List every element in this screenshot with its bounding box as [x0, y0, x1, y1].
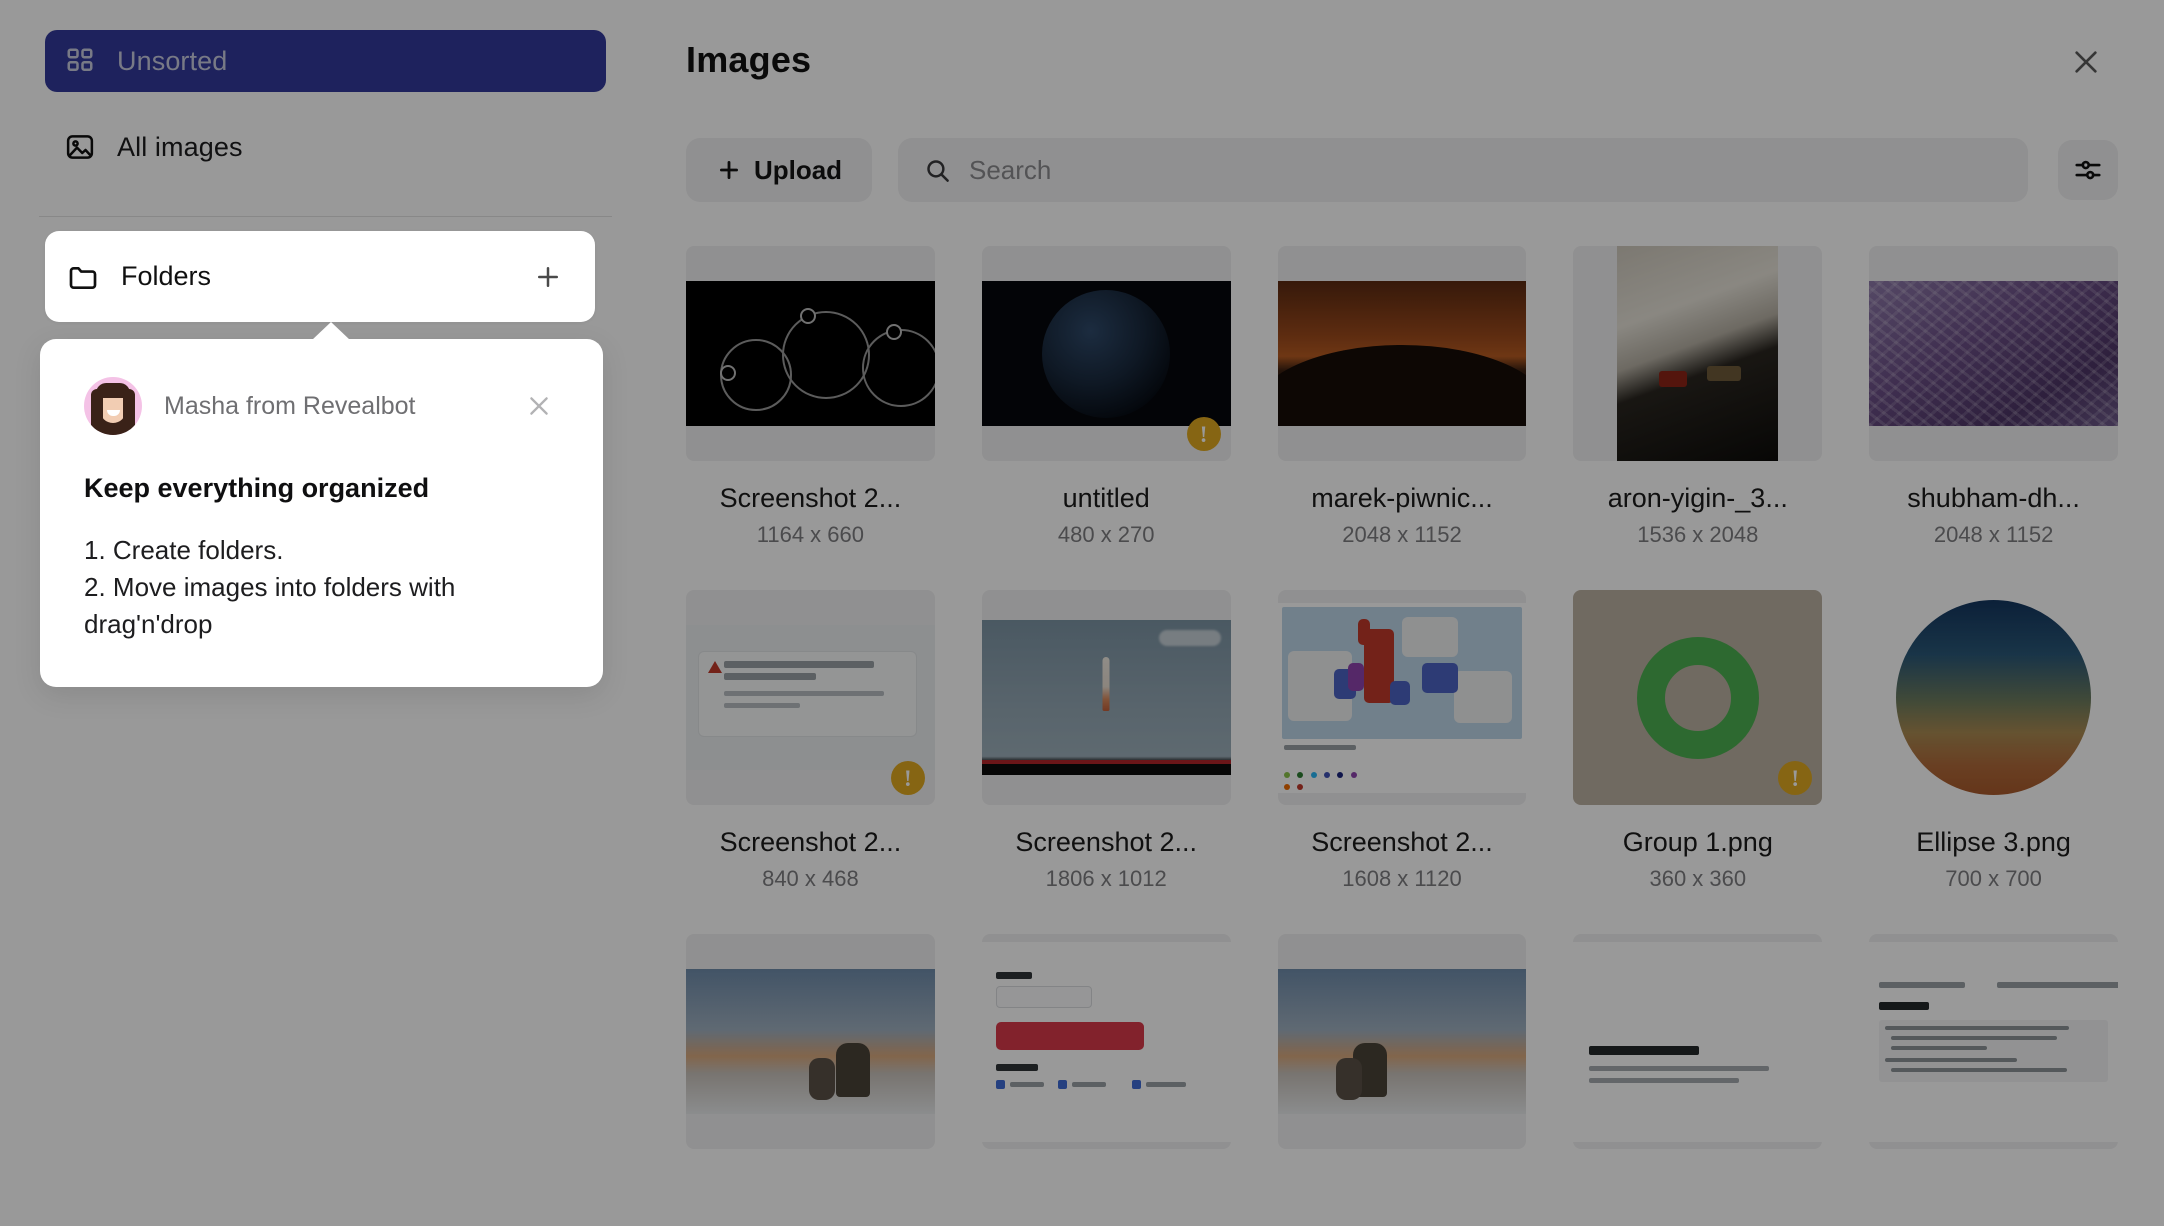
popover-author: Masha from Revealbot — [164, 391, 416, 420]
popover-header: Masha from Revealbot — [84, 377, 559, 435]
avatar — [84, 377, 142, 435]
popover-body: 1. Create folders. 2. Move images into f… — [84, 532, 559, 643]
popover-close-button[interactable] — [519, 386, 559, 426]
popover-step-1: 1. Create folders. — [84, 535, 284, 565]
onboarding-popover: Masha from Revealbot Keep everything org… — [40, 322, 603, 687]
app-root: Unsorted All images Images Upload Search… — [0, 0, 2164, 1226]
popover-title: Keep everything organized — [84, 473, 430, 503]
sidebar-item-label-folders: Folders — [121, 261, 212, 291]
folder-icon — [67, 261, 99, 293]
add-folder-button[interactable] — [527, 256, 569, 298]
popover-step-2: 2. Move images into folders with drag'n'… — [84, 571, 463, 639]
sidebar-item-folders[interactable]: Folders — [45, 231, 595, 322]
